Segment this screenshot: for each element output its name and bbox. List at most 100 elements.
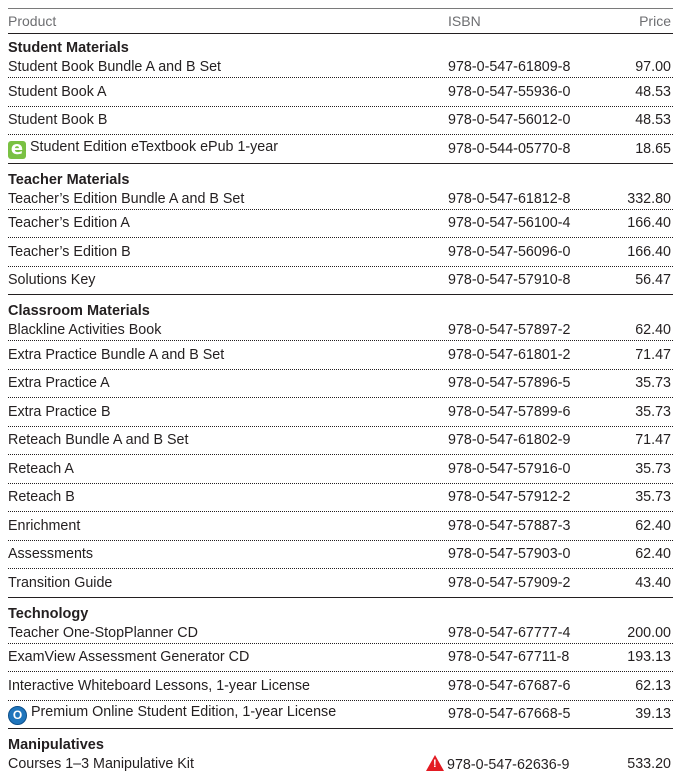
isbn-value: 978-0-547-67668-5 <box>448 706 571 723</box>
price-cell: 71.47 <box>635 346 671 363</box>
online-o-icon: O <box>8 705 27 725</box>
product-name: Reteach B <box>8 489 75 506</box>
isbn-cell: 978-0-547-56096-0 <box>448 244 613 260</box>
isbn-cell: 978-0-547-57896-5 <box>448 375 613 391</box>
section-group: Classroom Materials Blackline Activities … <box>8 303 673 598</box>
price-cell: 166.40 <box>627 215 671 232</box>
product-name: Courses 1–3 Manipulative Kit <box>8 756 194 772</box>
product-cell: Assessments <box>8 546 448 562</box>
table-header: Product ISBN Price <box>8 9 673 34</box>
section-group: Student Materials Student Book Bundle A a… <box>8 40 673 164</box>
price-cell: 62.40 <box>635 517 671 534</box>
product-cell: Reteach Bundle A and B Set <box>8 432 448 448</box>
isbn-cell: 978-0-547-57909-2 <box>448 575 613 591</box>
isbn-cell: 978-0-547-61809-8 <box>448 59 613 75</box>
product-cell: Courses 1–3 Manipulative Kit <box>8 756 448 772</box>
section-group: Teacher Materials Teacher’s Edition Bundl… <box>8 171 673 295</box>
isbn-value: 978-0-547-67711-8 <box>448 649 570 666</box>
product-name: Extra Practice B <box>8 403 111 420</box>
table-row: Solutions Key 978-0-547-57910-8 56.47 <box>8 267 673 295</box>
isbn-value: 978-0-547-61801-2 <box>448 346 571 363</box>
price-cell: 62.40 <box>635 546 671 563</box>
product-cell: Transition Guide <box>8 575 448 591</box>
product-name: Student Edition eTextbook ePub 1-year <box>30 138 278 155</box>
price-cell: 43.40 <box>635 574 671 591</box>
section-title: Technology <box>8 605 89 622</box>
isbn-cell: 978-0-547-61802-9 <box>448 432 613 448</box>
price-cell: 200.00 <box>627 624 671 641</box>
section-title: Student Materials <box>8 40 129 56</box>
table-row: Blackline Activities Book 978-0-547-57897… <box>8 320 673 341</box>
isbn-cell: 978-0-547-57916-0 <box>448 461 613 477</box>
product-cell: Extra Practice A <box>8 375 448 391</box>
isbn-cell: 978-0-547-61801-2 <box>448 347 613 363</box>
product-name: Interactive Whiteboard Lessons, 1-year L… <box>8 677 310 694</box>
table-row: Assessments 978-0-547-57903-0 62.40 <box>8 541 673 569</box>
table-row: Teacher’s Edition Bundle A and B Set 978-… <box>8 189 673 210</box>
isbn-value: 978-0-547-57899-6 <box>448 403 571 420</box>
price-cell: 533.20 <box>627 756 671 772</box>
isbn-value: 978-0-547-67687-6 <box>448 677 571 694</box>
product-name: Student Book Bundle A and B Set <box>8 59 222 75</box>
product-name: Blackline Activities Book <box>8 322 162 338</box>
isbn-cell: 978-0-547-56100-4 <box>448 215 613 231</box>
table-row: Enrichment 978-0-547-57887-3 62.40 <box>8 512 673 541</box>
section-title: Classroom Materials <box>8 303 150 319</box>
product-table: Product ISBN Price Student Materials Stud… <box>8 8 673 774</box>
isbn-cell: 978-0-547-57903-0 <box>448 546 613 562</box>
price-cell: 332.80 <box>627 190 671 207</box>
product-cell: Extra Practice Bundle A and B Set <box>8 347 448 363</box>
product-cell: O Premium Online Student Edition, 1-year … <box>8 704 448 725</box>
table-row: e Student Edition eTextbook ePub 1-year 97… <box>8 135 673 164</box>
warning-icon <box>426 755 444 771</box>
etextbook-e-icon: e <box>8 139 26 159</box>
product-name: Solutions Key <box>8 272 96 289</box>
product-name: Enrichment <box>8 517 81 534</box>
table-row: ExamView Assessment Generator CD 978-0-54… <box>8 644 673 672</box>
product-name: Assessments <box>8 546 94 563</box>
product-cell: ExamView Assessment Generator CD <box>8 649 448 665</box>
table-row: Teacher’s Edition A 978-0-547-56100-4 166.… <box>8 210 673 238</box>
price-cell: 35.73 <box>635 489 671 506</box>
product-cell: Teacher’s Edition A <box>8 215 448 231</box>
product-name: Student Book B <box>8 112 108 129</box>
table-row: Extra Practice Bundle A and B Set 978-0-5… <box>8 341 673 370</box>
table-body: Student Materials Student Book Bundle A a… <box>8 40 673 774</box>
product-cell: Reteach A <box>8 461 448 477</box>
section-title: Teacher Materials <box>8 171 130 188</box>
isbn-value: 978-0-547-62636-9 <box>447 757 570 773</box>
isbn-value: 978-0-547-57887-3 <box>448 517 571 534</box>
product-name: Reteach Bundle A and B Set <box>8 432 189 449</box>
isbn-cell: 978-0-547-61812-8 <box>448 191 613 207</box>
isbn-value: 978-0-547-61812-8 <box>448 190 571 207</box>
price-cell: 193.13 <box>627 649 671 666</box>
isbn-cell: 978-0-547-67711-8 <box>448 649 613 665</box>
isbn-cell: 978-0-547-57912-2 <box>448 489 613 505</box>
product-name: Transition Guide <box>8 574 113 591</box>
table-row: Courses 1–3 Manipulative Kit 978-0-547-62… <box>8 754 673 774</box>
isbn-value: 978-0-547-57909-2 <box>448 574 571 591</box>
isbn-cell: 978-0-547-57910-8 <box>448 272 613 288</box>
table-row: Extra Practice A 978-0-547-57896-5 35.73 <box>8 370 673 398</box>
product-name: Teacher’s Edition B <box>8 243 131 260</box>
product-cell: e Student Edition eTextbook ePub 1-year <box>8 139 448 159</box>
price-cell: 71.47 <box>635 432 671 449</box>
isbn-cell: 978-0-544-05770-8 <box>448 141 613 157</box>
price-cell: 97.00 <box>635 59 671 75</box>
table-row: Student Book B 978-0-547-56012-0 48.53 <box>8 107 673 135</box>
header-price: Price <box>639 13 671 29</box>
product-name: Teacher’s Edition Bundle A and B Set <box>8 190 245 207</box>
header-product: Product <box>8 13 57 29</box>
price-cell: 48.53 <box>635 112 671 129</box>
product-name: Premium Online Student Edition, 1-year L… <box>31 703 337 720</box>
table-row: Teacher’s Edition B 978-0-547-56096-0 166.… <box>8 238 673 267</box>
table-row: Student Book A 978-0-547-55936-0 48.53 <box>8 78 673 107</box>
product-cell: Solutions Key <box>8 272 448 288</box>
table-row: Student Book Bundle A and B Set 978-0-547… <box>8 57 673 78</box>
isbn-value: 978-0-547-57916-0 <box>448 460 571 477</box>
isbn-cell: 978-0-547-57887-3 <box>448 518 613 534</box>
isbn-cell: 978-0-547-67668-5 <box>448 706 613 722</box>
isbn-cell: 978-0-547-55936-0 <box>448 84 613 100</box>
product-name: ExamView Assessment Generator CD <box>8 649 250 666</box>
product-name: Reteach A <box>8 460 74 477</box>
